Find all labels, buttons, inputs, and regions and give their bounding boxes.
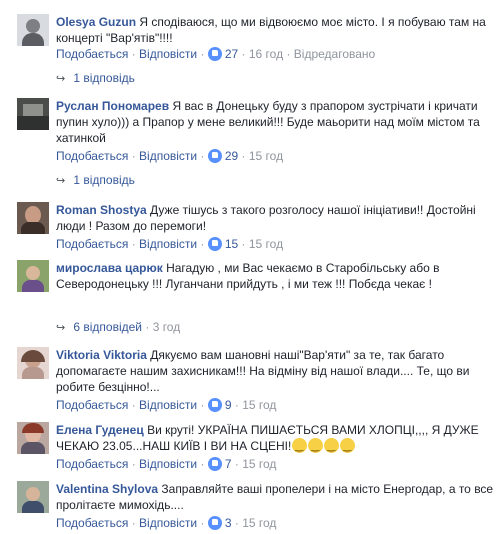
timestamp[interactable]: 15 год [242,516,276,530]
timestamp[interactable]: 15 год [242,398,276,412]
smile-emoji-icon [340,438,356,455]
timestamp[interactable]: 16 год [249,47,283,61]
comment-author[interactable]: Valentina Shylova [56,482,158,496]
reply-button[interactable]: Відповісти [139,398,197,412]
smile-emoji-icon [292,438,308,455]
reply-arrow-icon: ↪ [56,73,66,85]
avatar[interactable] [17,260,49,292]
comment-actions: Подобається · Відповісти · 7 · 15 год [56,457,277,471]
comment-author[interactable]: Руслан Пономарев [56,99,169,113]
avatar[interactable] [17,14,49,46]
like-button[interactable]: Подобається [56,149,128,163]
comment-author[interactable]: мирослава царюк [56,261,163,275]
like-count[interactable]: 7 [225,457,232,471]
reply-arrow-icon: ↪ [56,175,66,187]
like-icon[interactable] [207,149,222,163]
replies-link[interactable]: ↪ 6 відповідей · 3 год [56,319,180,335]
reply-arrow-icon: ↪ [56,322,66,334]
reply-button[interactable]: Відповісти [139,149,197,163]
like-icon[interactable] [207,237,222,251]
comment-author[interactable]: Елена Гуденец [56,423,144,437]
like-count[interactable]: 15 [225,237,238,251]
avatar[interactable] [17,347,49,379]
avatar[interactable] [17,422,49,454]
reply-button[interactable]: Відповісти [139,457,197,471]
replies-link[interactable]: ↪ 1 відповідь [56,70,135,86]
smile-emoji-icon [308,438,324,455]
reply-button[interactable]: Відповісти [139,47,197,61]
like-button[interactable]: Подобається [56,457,128,471]
like-count[interactable]: 9 [225,398,232,412]
like-button[interactable]: Подобається [56,516,128,530]
comment-actions: Подобається · Відповісти · 29 · 15 год [56,149,284,163]
like-count[interactable]: 29 [225,149,238,163]
timestamp[interactable]: 15 год [249,149,283,163]
reply-button[interactable]: Відповісти [139,516,197,530]
edited-label[interactable]: Відредаговано [294,47,375,61]
timestamp[interactable]: 15 год [242,457,276,471]
like-button[interactable]: Подобається [56,398,128,412]
like-icon[interactable] [207,47,222,61]
like-icon[interactable] [207,516,222,530]
reply-button[interactable]: Відповісти [139,237,197,251]
like-button[interactable]: Подобається [56,47,128,61]
replies-count[interactable]: 6 відповідей [73,320,142,334]
like-icon[interactable] [207,457,222,471]
comment-actions: Подобається · Відповісти · 15 · 15 год [56,237,284,251]
comment-author[interactable]: Roman Shostya [56,203,147,217]
like-count[interactable]: 3 [225,516,232,530]
comment-actions: Подобається · Відповісти · 3 · 15 год [56,516,277,530]
avatar[interactable] [17,481,49,513]
comment-author[interactable]: Viktoria Viktoria [56,348,147,362]
comment-actions: Подобається · Відповісти · 9 · 15 год [56,398,277,412]
like-count[interactable]: 27 [225,47,238,61]
comment-actions: Подобається · Відповісти · 27 · 16 год ·… [56,47,376,61]
like-button[interactable]: Подобається [56,237,128,251]
comment-author[interactable]: Olesya Guzun [56,15,136,29]
replies-time[interactable]: 3 год [153,320,181,334]
replies-count[interactable]: 1 відповідь [73,173,135,187]
replies-count[interactable]: 1 відповідь [73,71,135,85]
smile-emoji-icon [324,438,340,455]
avatar[interactable] [17,98,49,130]
timestamp[interactable]: 15 год [249,237,283,251]
like-icon[interactable] [207,398,222,412]
replies-link[interactable]: ↪ 1 відповідь [56,172,135,188]
avatar[interactable] [17,202,49,234]
